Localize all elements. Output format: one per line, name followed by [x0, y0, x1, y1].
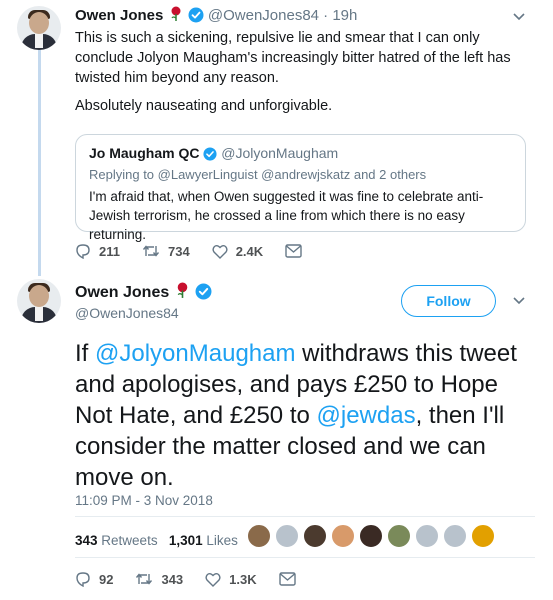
retweets-count[interactable]: 343	[75, 533, 98, 548]
quote-replying-to: Replying to @LawyerLinguist @andrewjskat…	[89, 167, 427, 182]
tweet-actions: 92 343 1.3K	[75, 571, 326, 587]
tweet-text-line2: Absolutely nauseating and unforgivable.	[75, 98, 333, 114]
tweet-header: Owen Jones @OwenJones84 · 19h	[75, 6, 357, 27]
chevron-down-icon[interactable]	[512, 12, 526, 22]
retweet-button[interactable]: 343	[135, 572, 183, 587]
mention-link[interactable]: @JolyonMaugham	[95, 340, 295, 367]
retweets-label[interactable]: Retweets	[101, 533, 157, 548]
tweet-text: This is such a sickening, repulsive lie …	[75, 30, 511, 86]
tweet-text-part: If	[75, 340, 96, 367]
tweet-actions: 211 734 2.4K	[75, 243, 332, 259]
quote-header: Jo Maugham QC @JolyonMaugham	[89, 145, 338, 164]
tweet-text: If @JolyonMaugham withdraws this tweet a…	[75, 338, 535, 493]
like-button[interactable]: 2.4K	[212, 244, 263, 259]
reply-icon	[76, 244, 90, 259]
mention-link[interactable]: @jewdas	[317, 402, 416, 429]
retweet-icon	[142, 245, 160, 257]
tweet-reply: Owen Jones @OwenJones84 · 19h This is su…	[0, 0, 553, 276]
retweet-button[interactable]: 734	[142, 244, 190, 259]
tweet-header: Owen Jones	[75, 282, 212, 305]
avatar[interactable]	[17, 279, 61, 323]
liker-avatar[interactable]	[247, 524, 271, 548]
follow-button[interactable]: Follow	[401, 285, 496, 317]
quote-author-name: Jo Maugham QC	[89, 145, 200, 161]
liker-avatar[interactable]	[387, 524, 411, 548]
quoted-tweet[interactable]: Jo Maugham QC @JolyonMaugham Replying to…	[75, 134, 526, 242]
liker-avatar[interactable]	[415, 524, 439, 548]
like-button[interactable]: 1.3K	[205, 571, 257, 587]
reply-button[interactable]: 92	[75, 571, 113, 587]
like-count: 1.3K	[229, 571, 257, 587]
divider	[75, 516, 535, 517]
quote-author-handle: @JolyonMaugham	[221, 145, 339, 161]
reply-button[interactable]: 211	[75, 243, 120, 259]
like-icon	[212, 244, 228, 259]
engagement-stats: 343 Retweets 1,301 Likes	[75, 533, 238, 548]
retweet-icon	[136, 573, 153, 585]
rose-icon	[170, 6, 182, 26]
verified-icon	[203, 147, 217, 164]
like-icon	[205, 572, 221, 587]
liker-avatar[interactable]	[275, 524, 299, 548]
tweet-time[interactable]: · 19h	[323, 7, 357, 24]
retweet-count: 734	[167, 243, 190, 259]
divider	[75, 557, 535, 558]
rose-icon	[176, 282, 189, 304]
verified-icon	[195, 283, 212, 305]
quote-text: I'm afraid that, when Owen suggested it …	[89, 189, 484, 242]
liker-avatars	[247, 524, 499, 548]
author-handle[interactable]: @OwenJones84	[208, 7, 319, 24]
reply-count: 92	[99, 571, 114, 587]
dm-icon	[285, 244, 302, 258]
thread-line	[38, 50, 41, 276]
likes-label[interactable]: Likes	[206, 533, 238, 548]
chevron-down-icon[interactable]	[512, 296, 526, 306]
liker-avatar[interactable]	[331, 524, 355, 548]
like-count: 2.4K	[235, 243, 264, 259]
liker-avatar[interactable]	[303, 524, 327, 548]
reply-count: 211	[99, 243, 120, 259]
likes-count[interactable]: 1,301	[169, 533, 203, 548]
author-name[interactable]: Owen Jones	[75, 7, 163, 24]
liker-avatar[interactable]	[471, 524, 495, 548]
liker-avatar[interactable]	[359, 524, 383, 548]
liker-avatar[interactable]	[443, 524, 467, 548]
author-name[interactable]: Owen Jones	[75, 284, 169, 301]
verified-icon	[188, 7, 204, 27]
dm-button[interactable]	[285, 244, 310, 258]
reply-icon	[76, 572, 90, 587]
retweet-count: 343	[161, 571, 184, 587]
author-handle[interactable]: @OwenJones84	[75, 305, 179, 321]
dm-button[interactable]	[278, 572, 304, 586]
dm-icon	[278, 572, 296, 586]
avatar[interactable]	[17, 6, 61, 50]
tweet-timestamp[interactable]: 11:09 PM - 3 Nov 2018	[75, 493, 213, 508]
